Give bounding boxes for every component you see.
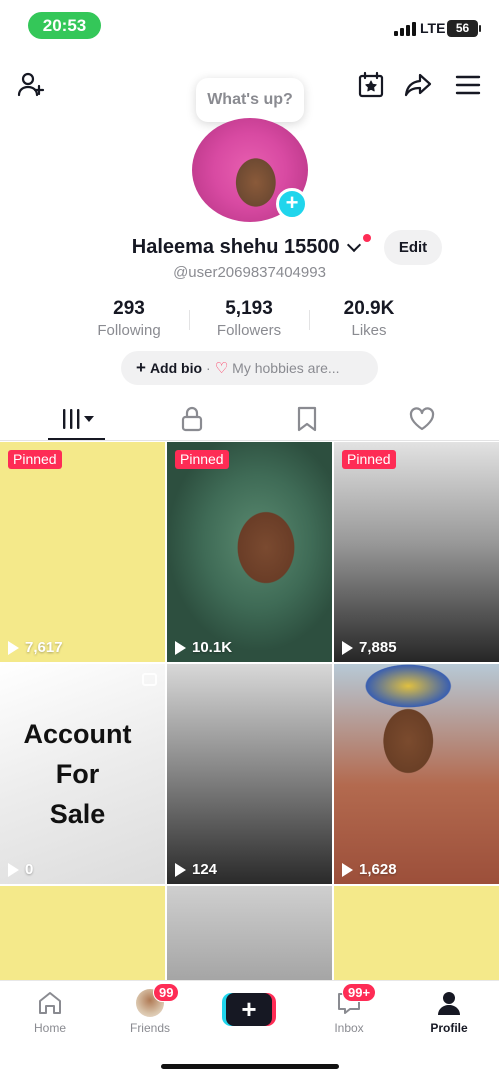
home-indicator bbox=[161, 1064, 339, 1069]
add-bio-label: Add bio bbox=[149, 360, 203, 376]
display-name-text: Haleema shehu 15500 bbox=[131, 236, 340, 258]
view-count-text: 7,617 bbox=[25, 639, 63, 656]
heart-icon: ♡ bbox=[214, 360, 229, 377]
followers-count: 5,193 bbox=[225, 298, 273, 319]
inbox-badge: 99+ bbox=[342, 983, 377, 1002]
nav-inbox-label: Inbox bbox=[334, 1021, 364, 1035]
multi-photo-icon bbox=[142, 673, 157, 686]
caption-line: Sale bbox=[49, 799, 106, 829]
chevron-down-icon bbox=[347, 237, 362, 253]
view-count: 124 bbox=[175, 861, 217, 878]
view-count: 1,628 bbox=[342, 861, 397, 878]
view-count: 0 bbox=[8, 861, 33, 878]
username: @user2069837404993 bbox=[173, 264, 326, 281]
video-tile[interactable]: Pinned 10.1K bbox=[167, 442, 332, 662]
bookmark-icon bbox=[297, 406, 317, 432]
pinned-badge: Pinned bbox=[342, 450, 396, 469]
view-count-text: 10.1K bbox=[192, 639, 233, 656]
grid-icon bbox=[63, 409, 94, 429]
video-tile[interactable] bbox=[334, 886, 499, 980]
video-tile[interactable] bbox=[0, 886, 165, 980]
tabs-divider bbox=[0, 440, 499, 441]
plus-icon: + bbox=[136, 358, 146, 377]
play-icon bbox=[175, 862, 186, 877]
status-time: 20:53 bbox=[28, 12, 101, 39]
lock-icon bbox=[181, 406, 203, 432]
play-icon bbox=[342, 862, 353, 877]
menu-icon[interactable] bbox=[453, 70, 483, 100]
following-count: 293 bbox=[113, 298, 145, 319]
view-count-text: 7,885 bbox=[359, 639, 397, 656]
followers-label: Followers bbox=[216, 322, 282, 339]
view-count: 7,885 bbox=[342, 639, 397, 656]
battery-indicator: 56 bbox=[447, 20, 481, 37]
add-bio-button[interactable]: + Add bio · ♡ My hobbies are... bbox=[121, 351, 378, 385]
nav-home-label: Home bbox=[33, 1021, 66, 1035]
avatar-add-button[interactable]: + bbox=[276, 188, 308, 220]
nav-friends-label: Friends bbox=[129, 1021, 170, 1035]
play-icon bbox=[342, 640, 353, 655]
whats-up-bubble[interactable]: What's up? bbox=[196, 78, 304, 122]
tab-videos[interactable] bbox=[47, 398, 107, 440]
add-friend-icon[interactable] bbox=[16, 70, 46, 100]
pinned-badge: Pinned bbox=[175, 450, 229, 469]
nav-profile[interactable]: Profile bbox=[409, 989, 489, 1035]
bio-separator: · bbox=[206, 360, 211, 376]
heart-outline-icon bbox=[409, 407, 435, 431]
signal-icon bbox=[394, 22, 416, 36]
nav-inbox[interactable]: 99+ Inbox bbox=[309, 983, 389, 1035]
video-tile[interactable]: 124 bbox=[167, 664, 332, 884]
caption-line: Account bbox=[23, 719, 132, 749]
view-count: 7,617 bbox=[8, 639, 63, 656]
view-count-text: 0 bbox=[25, 861, 34, 878]
notification-dot bbox=[363, 234, 371, 242]
stat-following[interactable]: 293 Following bbox=[69, 298, 189, 339]
view-count: 10.1K bbox=[175, 639, 232, 656]
home-icon bbox=[39, 992, 61, 1014]
plus-icon: + bbox=[226, 993, 272, 1026]
video-tile[interactable]: Pinned 7,885 bbox=[334, 442, 499, 662]
view-count-text: 1,628 bbox=[359, 861, 397, 878]
play-icon bbox=[8, 862, 19, 877]
video-tile[interactable]: Account For Sale 0 bbox=[0, 664, 165, 884]
friends-badge: 99 bbox=[153, 983, 180, 1002]
tab-private[interactable] bbox=[162, 398, 222, 440]
nav-home[interactable]: Home bbox=[10, 989, 90, 1035]
profile-icon bbox=[438, 992, 460, 1015]
network-type: LTE bbox=[420, 20, 446, 36]
video-tile[interactable]: 1,628 bbox=[334, 664, 499, 884]
likes-label: Likes bbox=[351, 322, 387, 339]
status-bar: 20:53 LTE 56 bbox=[0, 0, 499, 52]
likes-count: 20.9K bbox=[343, 298, 395, 319]
tab-liked[interactable] bbox=[392, 398, 452, 440]
share-icon[interactable] bbox=[403, 70, 433, 100]
following-label: Following bbox=[97, 322, 161, 339]
view-count-text: 124 bbox=[192, 861, 218, 878]
video-tile[interactable]: Pinned 7,617 bbox=[0, 442, 165, 662]
stat-likes[interactable]: 20.9K Likes bbox=[309, 298, 429, 339]
play-icon bbox=[175, 640, 186, 655]
caption-line: For bbox=[55, 759, 100, 789]
calendar-star-icon[interactable] bbox=[356, 70, 386, 100]
play-icon bbox=[8, 640, 19, 655]
tab-saved[interactable] bbox=[277, 398, 337, 440]
stat-followers[interactable]: 5,193 Followers bbox=[189, 298, 309, 339]
nav-friends[interactable]: 99 Friends bbox=[110, 983, 190, 1035]
pinned-badge: Pinned bbox=[8, 450, 62, 469]
nav-profile-label: Profile bbox=[430, 1021, 468, 1035]
edit-profile-button[interactable]: Edit bbox=[384, 230, 442, 265]
video-tile[interactable] bbox=[167, 886, 332, 980]
create-button[interactable]: + bbox=[222, 993, 276, 1026]
bio-hobbies-text: My hobbies are... bbox=[232, 360, 340, 376]
tile-caption: Account For Sale bbox=[0, 714, 155, 834]
